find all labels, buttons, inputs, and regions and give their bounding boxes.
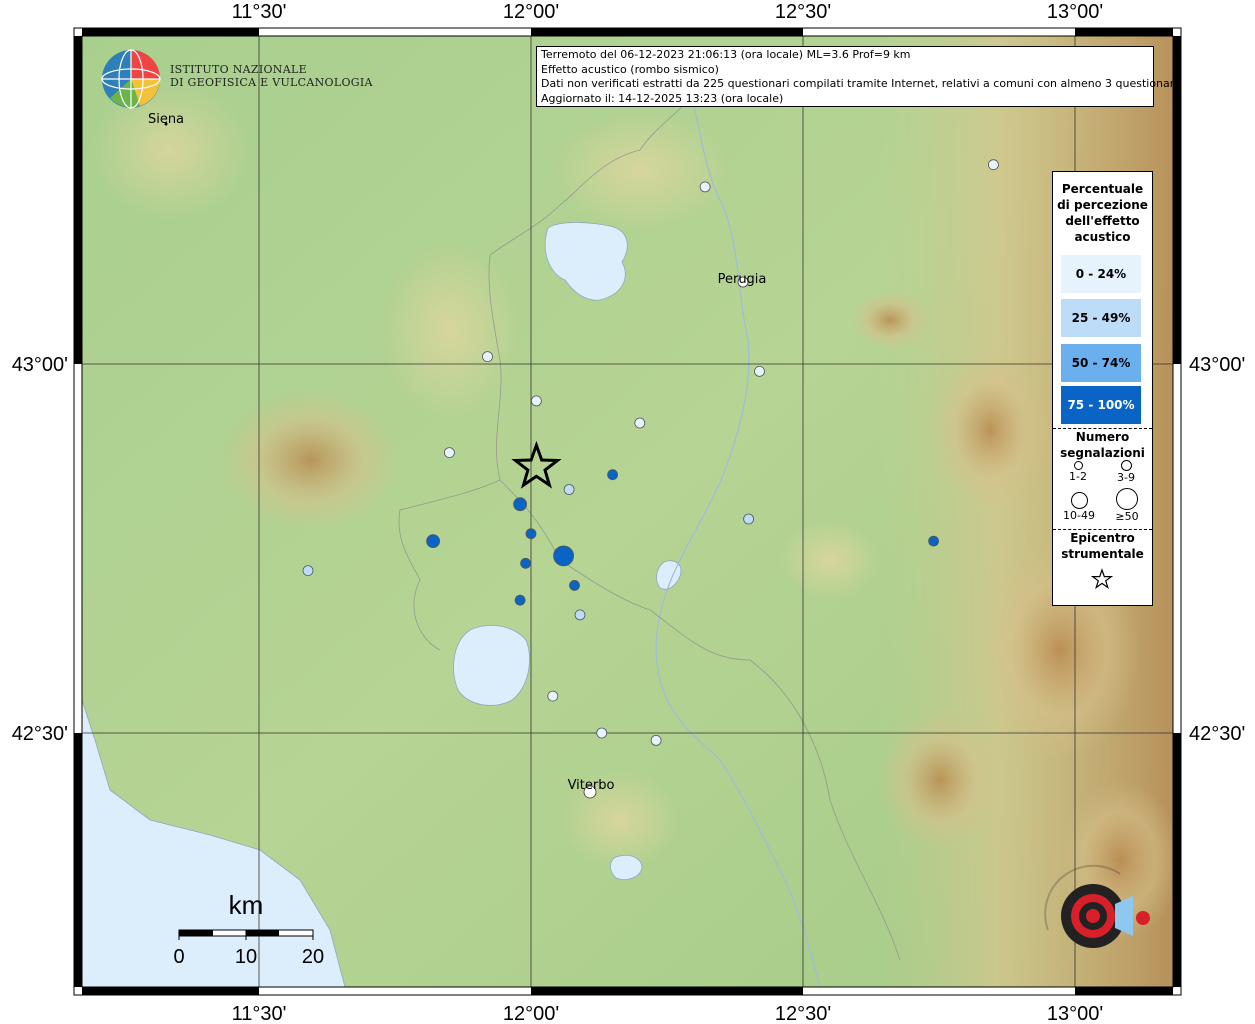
legend-title-line: acustico (1074, 230, 1131, 244)
axis-right-label: 42°30' (1189, 723, 1245, 745)
legend-epicenter-line: strumentale (1061, 547, 1144, 561)
hst-logo (1030, 860, 1165, 975)
observation-point (443, 447, 455, 459)
axis-top-label: 12°00' (503, 1, 559, 23)
observation-point (569, 580, 580, 591)
legend-epicenter-title: Epicentro strumentale (1053, 530, 1152, 562)
axis-top-label: 11°30' (232, 1, 287, 23)
event-info-box: Terremoto del 06-12-2023 21:06:13 (ora l… (536, 46, 1181, 107)
scale-tick: 20 (302, 946, 324, 968)
city-label-siena: Siena (148, 112, 184, 127)
observation-point (754, 365, 765, 377)
observation-point (928, 535, 939, 547)
legend-epicenter-line: Epicentro (1070, 531, 1135, 545)
map-body (82, 36, 1173, 987)
event-source-note: Dati non verificati estratti da 225 ques… (541, 77, 1181, 91)
legend-size-label: ≥50 (1115, 510, 1139, 523)
legend-size-3: 10-49 (1059, 492, 1099, 522)
scale-tick: 0 (173, 946, 184, 968)
size-circle-icon (1120, 460, 1132, 471)
axis-left-label: 42°30' (12, 723, 68, 745)
legend-title-line: dell'effetto (1065, 214, 1140, 228)
size-circle-icon (1116, 488, 1138, 510)
legend-title-line: di percezione (1057, 198, 1148, 212)
axis-bottom-label: 12°00' (503, 1003, 559, 1024)
scale-tick: 10 (235, 946, 257, 968)
legend: Percentuale di percezione dell'effetto a… (1052, 171, 1153, 606)
observation-point (531, 395, 542, 407)
ingv-line1: ISTITUTO NAZIONALE (170, 63, 307, 76)
observation-point (596, 727, 608, 739)
observation-point (650, 735, 662, 746)
size-circle-icon (1070, 492, 1088, 509)
observation-point (525, 528, 537, 540)
observation-point (513, 497, 527, 512)
legend-size-1: 1-2 (1063, 461, 1093, 483)
monte-amiata-relief (220, 390, 400, 530)
observation-point (699, 181, 711, 193)
legend-size-label: 3-9 (1117, 471, 1135, 484)
lago-di-vico (610, 854, 643, 880)
observation-point (988, 159, 999, 171)
legend-count-title-line: Numero (1075, 430, 1130, 444)
axis-right-label: 43°00' (1189, 354, 1245, 376)
legend-class-3: 75 - 100% (1061, 386, 1141, 424)
observation-point (574, 609, 586, 621)
city-label-viterbo: Viterbo (568, 778, 615, 793)
observation-point (302, 565, 314, 576)
event-updated: Aggiornato il: 14-12-2025 13:23 (ora loc… (541, 91, 784, 105)
legend-count-title-line: segnalazioni (1060, 446, 1145, 460)
legend-size-label: 10-49 (1063, 509, 1095, 522)
observation-point (743, 513, 754, 525)
event-title: Terremoto del 06-12-2023 21:06:13 (ora l… (541, 48, 911, 61)
observation-point (553, 545, 574, 567)
epicenter-star-icon (1091, 568, 1113, 590)
observation-point (547, 690, 559, 702)
legend-size-2: 3-9 (1111, 460, 1141, 484)
city-label-perugia: Perugia (718, 272, 767, 287)
hill-relief (780, 520, 880, 600)
legend-class-2: 50 - 74% (1061, 344, 1141, 382)
observation-point (514, 594, 526, 606)
ingv-line2: DI GEOFISICA E VULCANOLOGIA (170, 76, 373, 89)
observation-point (634, 417, 646, 429)
legend-size-4: ≥50 (1107, 488, 1147, 523)
scale-unit: km (229, 890, 264, 920)
axis-bottom-label: 11°30' (232, 1003, 287, 1024)
ingv-globe-icon (101, 49, 161, 109)
axis-bottom-label: 13°00' (1047, 1003, 1103, 1024)
legend-count-title: Numero segnalazioni (1053, 429, 1152, 461)
legend-title: Percentuale di percezione dell'effetto a… (1053, 181, 1152, 245)
hst-seal-icon (1044, 864, 1150, 948)
hill-relief (550, 110, 730, 230)
hill-relief (850, 290, 930, 350)
event-effect: Effetto acustico (rombo sismico) (541, 62, 719, 76)
legend-class-0: 0 - 24% (1061, 255, 1141, 293)
hill-relief (930, 350, 1050, 510)
observation-point (482, 351, 493, 363)
observation-point (426, 534, 441, 548)
legend-title-line: Percentuale (1061, 182, 1144, 196)
axis-top-label: 12°30' (775, 1, 831, 23)
size-circle-icon (1073, 461, 1083, 470)
ingv-text: ISTITUTO NAZIONALE DI GEOFISICA E VULCAN… (170, 63, 373, 89)
lago-di-bolsena (453, 625, 530, 706)
axis-bottom-label: 12°30' (775, 1003, 831, 1024)
legend-class-1: 25 - 49% (1061, 299, 1141, 337)
hill-relief (380, 240, 520, 420)
legend-size-label: 1-2 (1069, 470, 1087, 483)
observation-point (520, 557, 531, 569)
observation-point (563, 484, 575, 495)
axis-top-label: 13°00' (1047, 1, 1103, 23)
axis-left-label: 43°00' (12, 354, 68, 376)
observation-point (607, 469, 618, 481)
hill-relief (880, 710, 1000, 850)
